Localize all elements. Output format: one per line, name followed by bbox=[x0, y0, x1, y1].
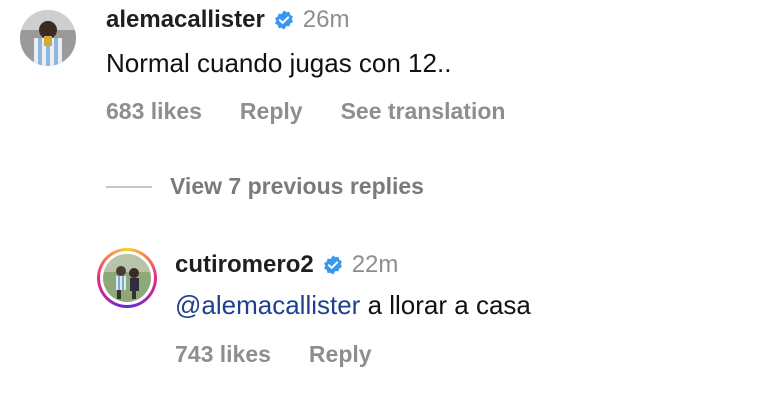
see-translation-button[interactable]: See translation bbox=[341, 98, 506, 125]
comment-username[interactable]: alemacallister bbox=[106, 6, 265, 34]
reply-reply-button[interactable]: Reply bbox=[309, 341, 372, 368]
avatar-story-ring bbox=[100, 251, 154, 305]
comment-header: alemacallister 26m bbox=[106, 6, 349, 34]
reply-likes-count[interactable]: 743 likes bbox=[175, 341, 271, 368]
reply-time: 22m bbox=[351, 251, 399, 278]
view-replies-row[interactable]: View 7 previous replies bbox=[106, 173, 424, 200]
verified-badge-icon bbox=[323, 255, 342, 275]
comment-time: 26m bbox=[302, 6, 350, 33]
reply-mention-link[interactable]: @alemacallister bbox=[175, 290, 360, 320]
reply-username[interactable]: cutiromero2 bbox=[175, 251, 314, 279]
replies-divider-line bbox=[106, 185, 152, 188]
verified-badge-icon bbox=[274, 10, 293, 30]
reply-actions: 743 likes Reply bbox=[175, 341, 372, 368]
view-previous-replies-button[interactable]: View 7 previous replies bbox=[170, 173, 424, 200]
avatar-cutiromero2[interactable] bbox=[97, 248, 157, 308]
reply-text: @alemacallister a llorar a casa bbox=[175, 290, 531, 321]
comment-likes-count[interactable]: 683 likes bbox=[106, 98, 202, 125]
reply-header: cutiromero2 22m bbox=[175, 251, 398, 279]
comment-reply-button[interactable]: Reply bbox=[240, 98, 303, 125]
reply-body: a llorar a casa bbox=[360, 290, 531, 320]
comment-actions: 683 likes Reply See translation bbox=[106, 98, 505, 125]
avatar-alemacallister[interactable] bbox=[20, 10, 76, 66]
comment-text: Normal cuando jugas con 12.. bbox=[106, 48, 452, 78]
avatar-image bbox=[103, 254, 151, 302]
